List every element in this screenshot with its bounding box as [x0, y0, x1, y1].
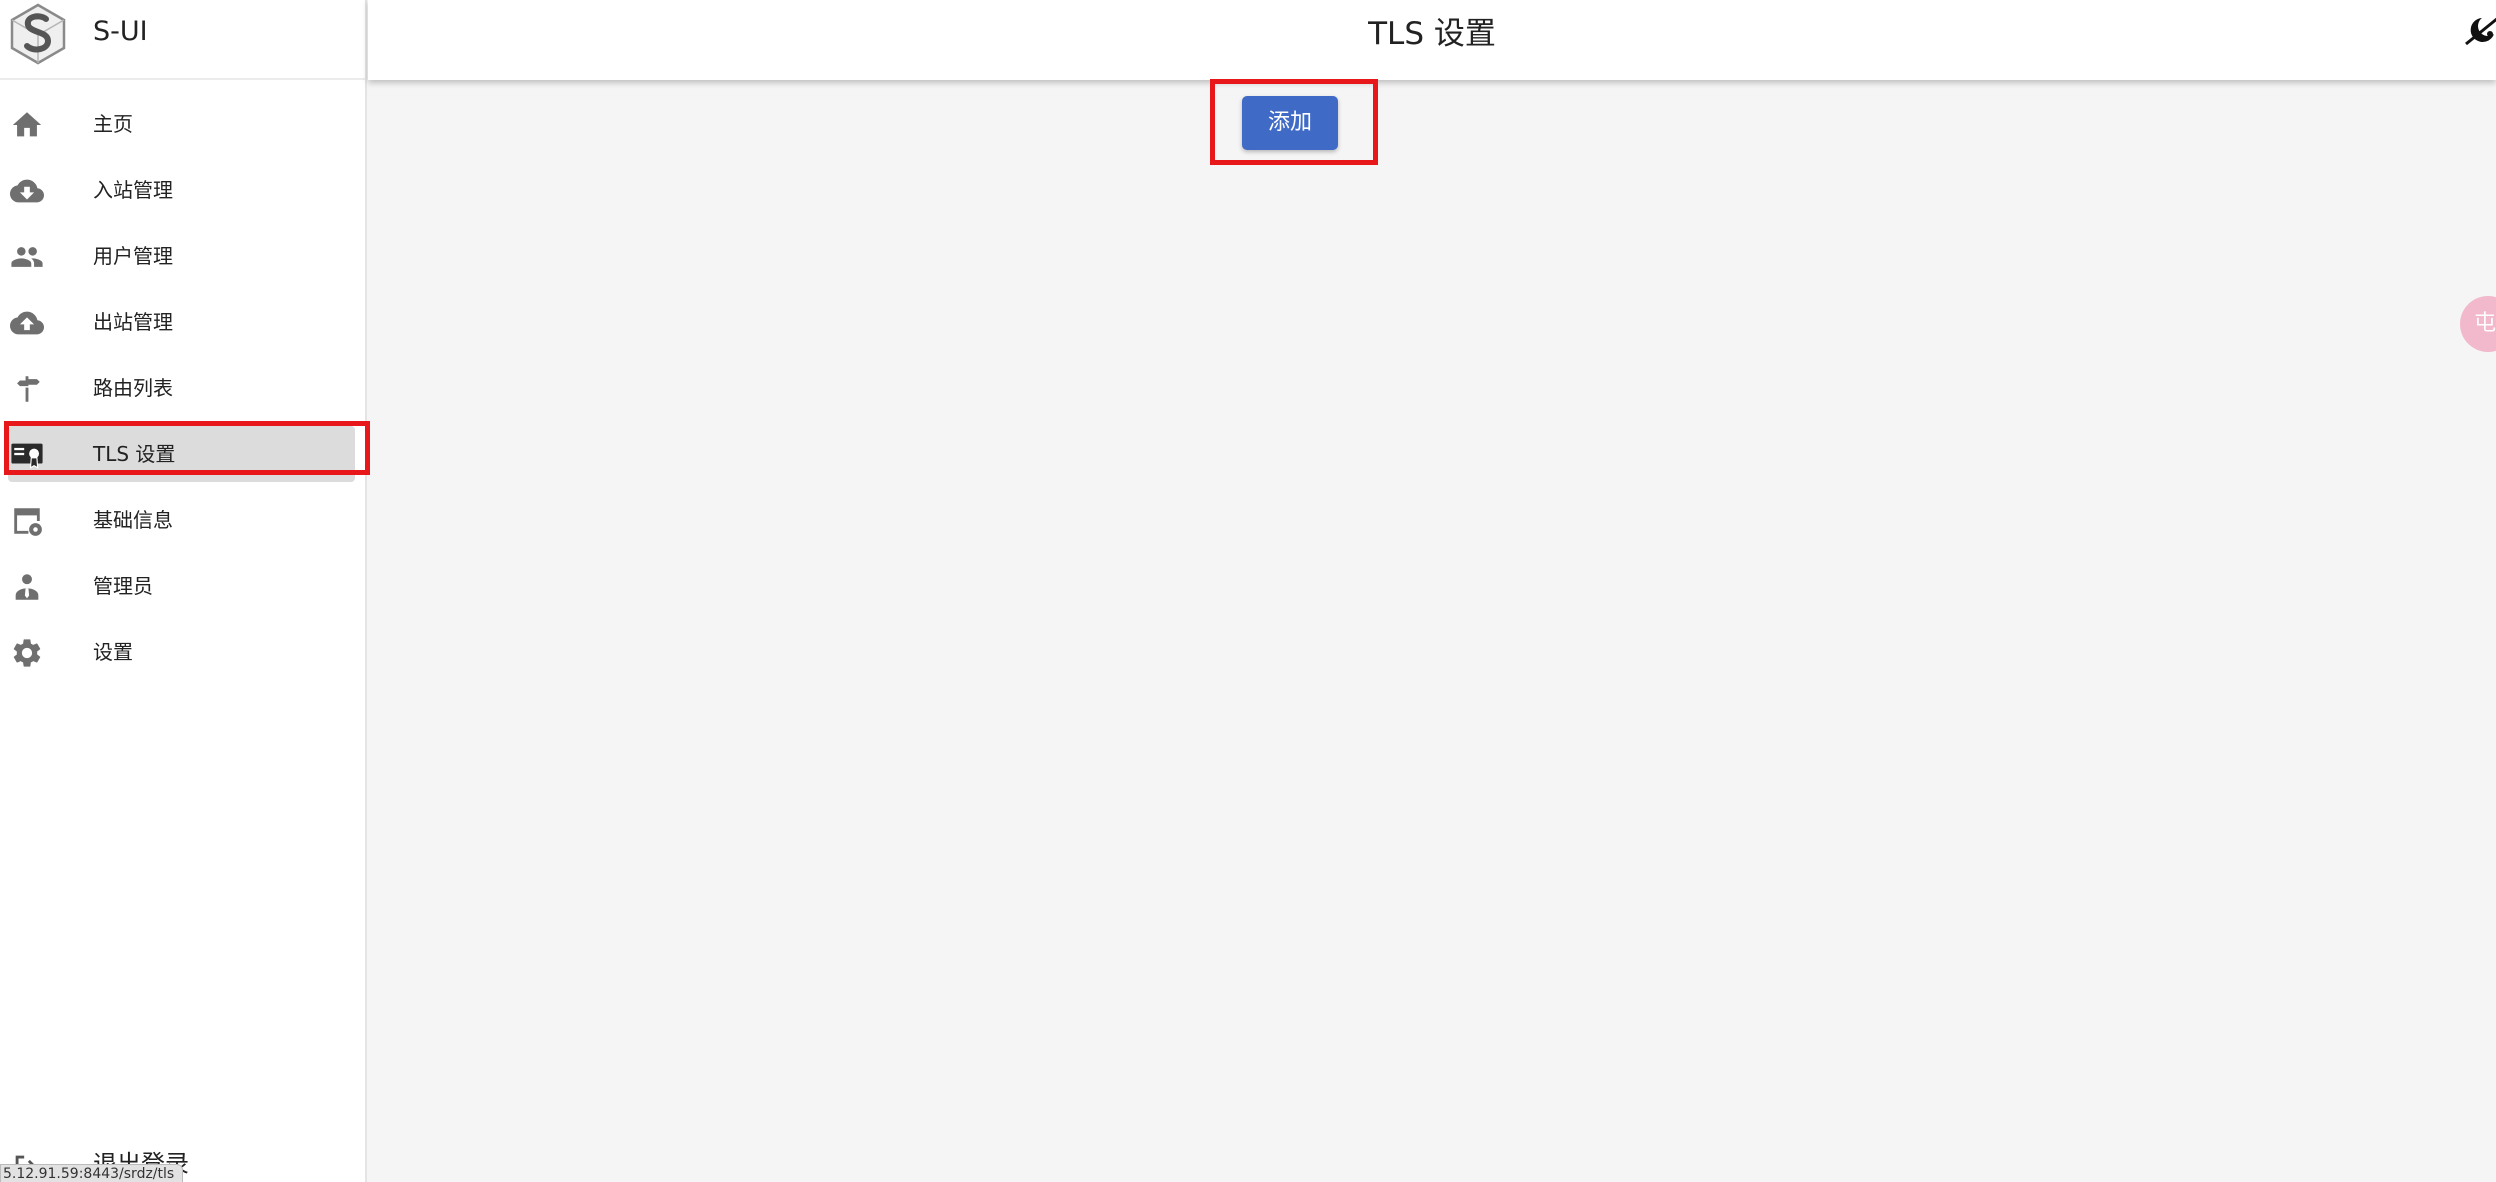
app-name: S-UI: [93, 16, 148, 47]
cloud-upload-icon: [10, 306, 44, 340]
certificate-icon: [10, 438, 44, 472]
signpost-icon: [10, 372, 44, 406]
sidebar-item-label: 出站管理: [93, 310, 173, 334]
sidebar-item-settings[interactable]: 设置: [0, 624, 365, 680]
sidebar-item-label: 用户管理: [93, 244, 173, 268]
cloud-download-icon: [10, 174, 44, 208]
active-indicator: [8, 426, 355, 482]
sidebar-item-label: 入站管理: [93, 178, 173, 202]
sidebar-item-label: 基础信息: [93, 508, 173, 532]
sidebar-item-admins[interactable]: 管理员: [0, 558, 365, 614]
web-settings-icon: [10, 504, 44, 538]
sidebar-item-label: 主页: [93, 112, 133, 136]
sidebar-item-home[interactable]: 主页: [0, 96, 365, 152]
sidebar-item-outbounds[interactable]: 出站管理: [0, 294, 365, 350]
theme-toggle-icon[interactable]: [2460, 14, 2496, 50]
sidebar-item-routes[interactable]: 路由列表: [0, 360, 365, 416]
sidebar-item-label: TLS 设置: [93, 442, 176, 466]
sidebar-item-inbounds[interactable]: 入站管理: [0, 162, 365, 218]
page-title: TLS 设置: [1368, 16, 1496, 52]
sidebar: S-UI 主页 入站管理 用户管理 出站管理 路由列表 TLS 设置 基础信息 …: [0, 0, 367, 1182]
admin-icon: [10, 570, 44, 604]
top-app-bar: TLS 设置: [368, 0, 2496, 80]
add-button[interactable]: 添加: [1242, 96, 1338, 150]
status-url: 5.12.91.59:8443/srdz/tls: [0, 1164, 184, 1182]
gear-icon: [10, 636, 44, 670]
sidebar-item-tls[interactable]: TLS 设置: [0, 426, 365, 482]
sidebar-item-basic-info[interactable]: 基础信息: [0, 492, 365, 548]
sidebar-item-label: 设置: [93, 640, 133, 664]
sidebar-item-label: 路由列表: [93, 376, 173, 400]
sidebar-item-users[interactable]: 用户管理: [0, 228, 365, 284]
brand: S-UI: [0, 0, 365, 80]
logo-icon: [10, 3, 66, 65]
home-icon: [10, 108, 44, 142]
sidebar-item-label: 管理员: [93, 574, 153, 598]
users-icon: [10, 240, 44, 274]
floating-badge[interactable]: 屯7: [2460, 296, 2496, 352]
app-root: S-UI 主页 入站管理 用户管理 出站管理 路由列表 TLS 设置 基础信息 …: [0, 0, 2496, 1182]
